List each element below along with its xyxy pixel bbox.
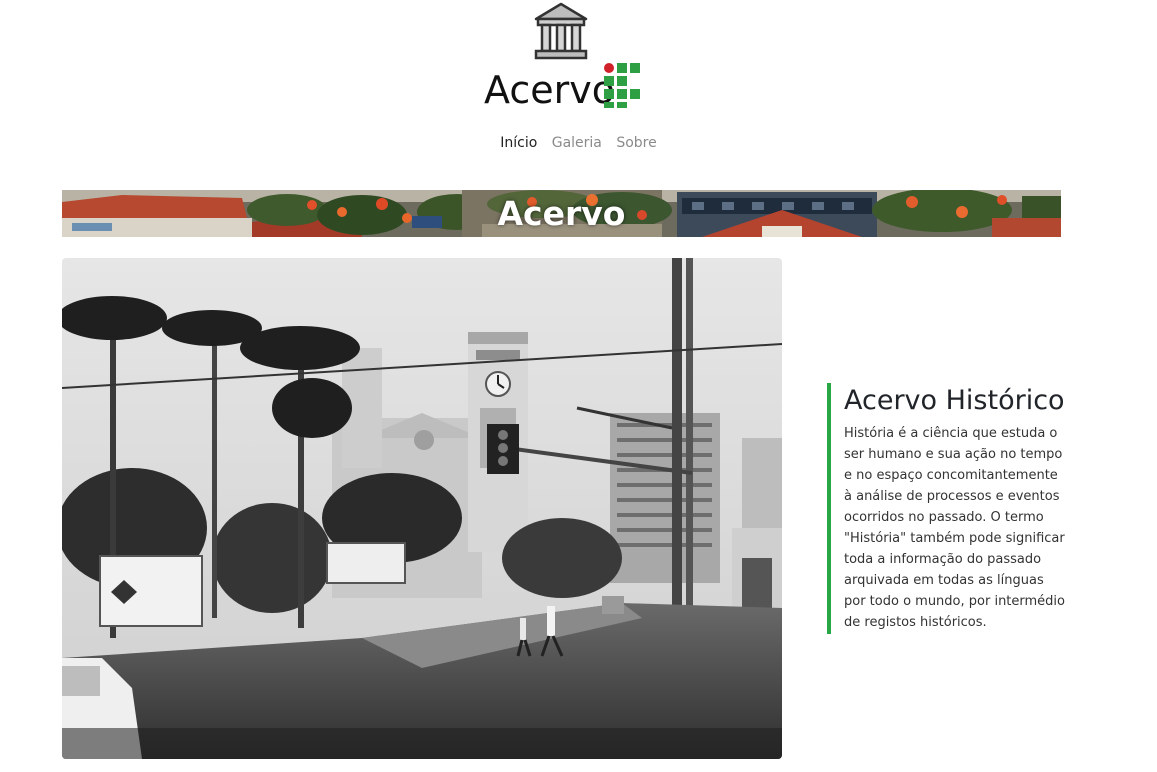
site-header: Acervo Início Galeria Sobre xyxy=(0,0,1157,170)
museum-building-icon xyxy=(534,2,588,60)
nav-link-inicio[interactable]: Início xyxy=(500,135,537,151)
main-nav: Início Galeria Sobre xyxy=(0,135,1157,151)
if-logo-icon xyxy=(604,63,640,108)
hero-banner: Acervo xyxy=(62,190,1061,237)
section-description: História é a ciência que estuda o ser hu… xyxy=(844,426,1065,630)
historical-info-section: Acervo Histórico História é a ciência qu… xyxy=(827,383,1067,634)
nav-link-sobre[interactable]: Sobre xyxy=(616,135,656,151)
brand-text: Acervo xyxy=(484,68,615,112)
section-title: Acervo Histórico xyxy=(844,385,1065,416)
historic-photo-image xyxy=(62,258,782,759)
brand-logo[interactable]: Acervo xyxy=(484,60,644,114)
banner-title: Acervo xyxy=(497,194,626,233)
historic-city-photo xyxy=(62,258,782,759)
nav-link-galeria[interactable]: Galeria xyxy=(552,135,602,151)
